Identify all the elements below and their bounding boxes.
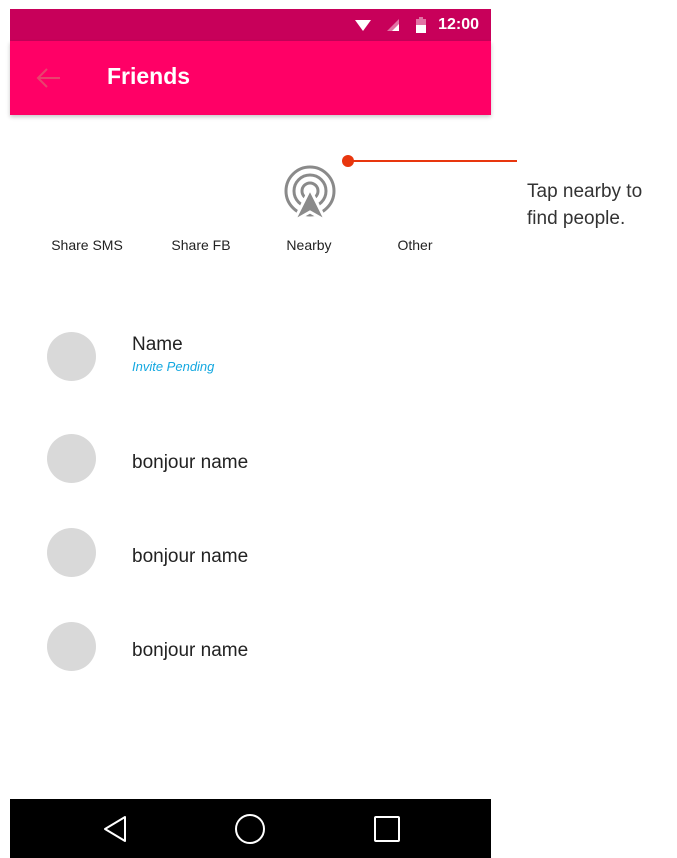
system-nav-bar: [10, 799, 491, 858]
battery-icon: [416, 17, 427, 33]
nearby-broadcast-icon[interactable]: [282, 163, 338, 225]
avatar: [47, 622, 96, 671]
invite-status: Invite Pending: [132, 359, 215, 374]
status-bar: 12:00: [10, 9, 491, 41]
wifi-icon: [355, 20, 372, 31]
recents-square-icon[interactable]: [369, 811, 405, 847]
friend-name: bonjour name: [132, 640, 249, 661]
friend-name: Name: [132, 334, 183, 355]
page-title: Friends: [107, 63, 191, 89]
friend-name: bonjour name: [132, 452, 249, 473]
avatar: [47, 434, 96, 483]
friend-row[interactable]: bonjour name: [47, 528, 487, 580]
friend-row[interactable]: bonjour name: [47, 622, 487, 674]
arrow-left-icon[interactable]: [34, 66, 62, 90]
avatar: [47, 528, 96, 577]
callout-text: Tap nearby to find people.: [527, 181, 643, 229]
phone-screen: 12:00 Friends Share SMS Share FB Nearby …: [10, 9, 491, 858]
callout-pointer: [342, 155, 517, 167]
avatar: [47, 332, 96, 381]
other-option[interactable]: Other: [397, 237, 432, 253]
friend-row[interactable]: Name Invite Pending: [47, 332, 487, 384]
friend-name: bonjour name: [132, 546, 249, 567]
home-circle-icon[interactable]: [232, 811, 268, 847]
share-sms-option[interactable]: Share SMS: [51, 237, 123, 253]
back-triangle-icon[interactable]: [97, 811, 133, 847]
status-clock: 12:00: [438, 16, 479, 33]
status-icons: 12:00: [354, 9, 479, 41]
screen: 12:00 Friends Share SMS Share FB Nearby …: [0, 0, 677, 858]
friend-row[interactable]: bonjour name: [47, 434, 487, 486]
nearby-option[interactable]: Nearby: [286, 237, 331, 253]
app-bar: Friends: [10, 41, 491, 115]
share-fb-option[interactable]: Share FB: [171, 237, 230, 253]
signal-icon: [387, 19, 400, 31]
